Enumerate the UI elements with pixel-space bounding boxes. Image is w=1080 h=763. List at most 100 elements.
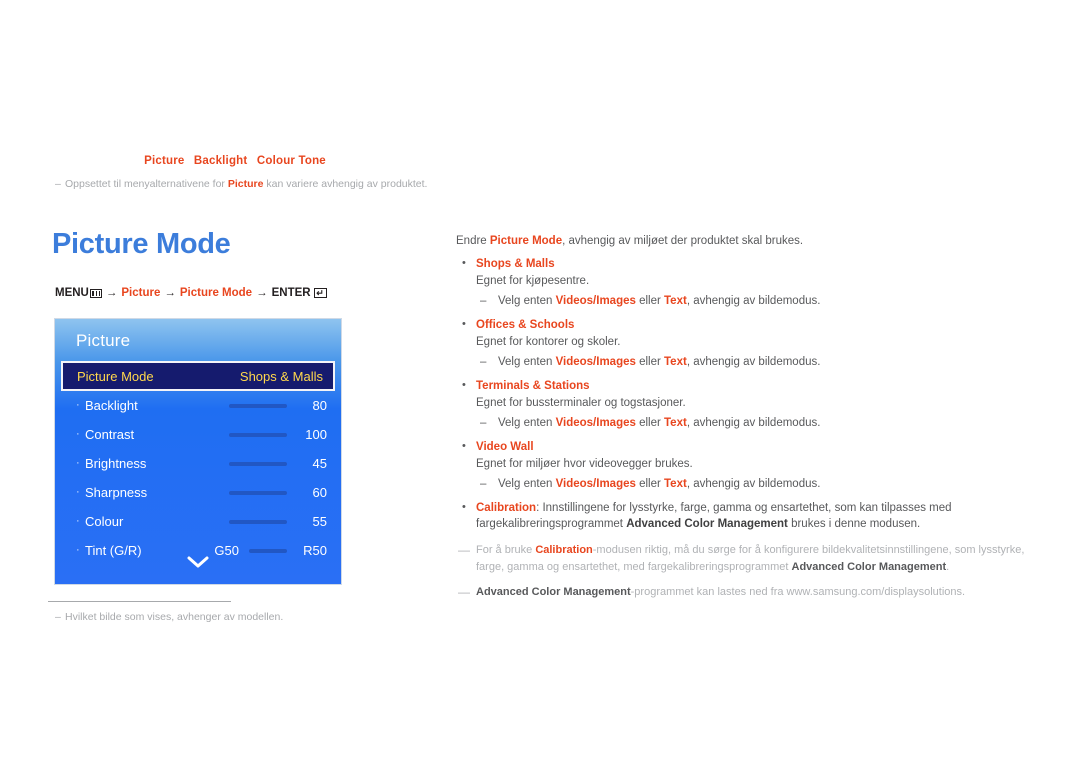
osd-row-label: Contrast [85,427,135,442]
footnote-divider [48,601,231,602]
intro-paragraph: Endre Picture Mode, avhengig av miljøet … [456,233,1036,250]
list-item-title: Shops & Malls [476,257,555,270]
bullet-dot-icon: • [462,500,466,513]
footnote-text: Hvilket bilde som vises, avhenger av mod… [65,611,284,623]
osd-row-value: Shops & Malls [239,368,323,384]
top-note-dash: – [55,178,61,190]
osd-row-brightness[interactable]: · Brightness 45 [55,449,341,478]
subnote-middle: eller [635,478,665,491]
osd-row-sharpness[interactable]: · Sharpness 60 [55,478,341,507]
subnote-after: , avhengig av bildemodus. [686,417,821,430]
osd-tint-left-label: G50 [214,543,239,558]
subnote-dash: – [480,478,487,491]
subnote-bold-1: Videos/Images [555,417,636,430]
note-dark-term: Advanced Color Management [791,560,947,573]
subnote-bold-2: Text [664,295,687,308]
calibration-paragraph: Calibration: Innstillingene for lysstyrk… [476,500,1036,533]
list-item-description: Egnet for kjøpesentre. [476,275,590,288]
subnote-before: Velg enten [498,478,556,491]
subnote-bold-2: Text [664,417,687,430]
list-item-subnote: – Velg enten Videos/Images eller Text, av… [476,354,1036,371]
osd-row-backlight[interactable]: · Backlight 80 [55,391,341,420]
top-note-bold: Picture [227,178,264,190]
list-item-terminals-stations: • Terminals & Stations Egnet for busster… [456,378,1036,432]
subnote-bold-1: Videos/Images [555,356,636,369]
osd-row-label: Backlight [85,398,138,413]
osd-row-value: 60 [312,485,327,500]
intro-bold: Picture Mode [489,235,563,247]
subnote-before: Velg enten [498,417,556,430]
note-red-term: Calibration [535,544,593,557]
subnote-bold-2: Text [664,356,687,369]
note-dark-lead: Advanced Color Management [476,586,631,599]
top-note: – Oppsettet til menyalternativene for Pic… [55,177,485,191]
subnote-dash: – [480,295,487,308]
osd-row-contrast[interactable]: · Contrast 100 [55,420,341,449]
osd-row-tint[interactable]: · Tint (G/R) G50 R50 [55,536,341,565]
osd-row-value: 100 [305,427,327,442]
breadcrumb: Picture Backlight Colour Tone [0,155,470,167]
list-item-shops-malls: • Shops & Malls Egnet for kjøpesentre. –… [456,256,1036,310]
list-item-title: Offices & Schools [476,318,575,331]
breadcrumb-item-2: Backlight [193,155,248,167]
note-calibration-usage: — For å bruke Calibration-modusen riktig,… [456,542,1036,575]
osd-row-label: Colour [85,514,124,529]
osd-slider-bar[interactable] [229,519,287,524]
list-item-calibration: • Calibration: Innstillingene for lyssty… [456,500,1036,533]
osd-row-label: Picture Mode [77,368,154,384]
osd-slider-bar[interactable] [249,548,287,553]
menu-bars-icon [89,288,102,298]
subnote-dash: – [480,417,487,430]
subnote-middle: eller [635,417,665,430]
osd-slider-bar[interactable] [229,461,287,466]
osd-row-list: Picture Mode Shops & Malls · Backlight 8… [55,361,341,565]
bullet-dot-icon: • [462,317,466,330]
subnote-after: , avhengig av bildemodus. [686,478,821,491]
list-item-description: Egnet for miljøer hvor videovegger bruke… [476,458,693,471]
subnote-before: Velg enten [498,295,556,308]
note-dash: — [458,543,470,558]
list-item-title: Terminals & Stations [476,379,590,392]
list-item-offices-schools: • Offices & Schools Egnet for kontorer o… [456,317,1036,371]
note-dash: — [458,585,470,600]
list-item-video-wall: • Video Wall Egnet for miljøer hvor vide… [456,439,1036,493]
list-item-subnote: – Velg enten Videos/Images eller Text, av… [476,293,1036,310]
osd-slider-bar[interactable] [229,432,287,437]
osd-panel: Picture Picture Mode Shops & Malls · Bac… [54,318,342,585]
osd-row-bullet: · [76,544,80,556]
osd-row-colour[interactable]: · Colour 55 [55,507,341,536]
list-item-description: Egnet for bussterminaler og togstasjoner… [476,397,686,410]
calibration-text-2: brukes i denne modusen. [787,518,921,531]
page-title: Picture Mode [52,228,231,260]
osd-row-bullet: · [76,428,80,440]
osd-row-label: Brightness [85,456,147,471]
top-note-before: Oppsettet til menyalternativene for [65,178,228,190]
osd-tint-right-label: R50 [303,543,327,558]
list-item-title: Video Wall [476,440,534,453]
menu-path: MENU → Picture → Picture Mode → ENTER ↵ [55,287,327,299]
subnote-before: Velg enten [498,356,556,369]
osd-title: Picture [76,331,131,350]
bullet-dot-icon: • [462,256,466,269]
osd-row-bullet: · [76,399,80,411]
osd-slider-bar[interactable] [229,403,287,408]
subnote-middle: eller [635,295,665,308]
content-column: Endre Picture Mode, avhengig av miljøet … [456,233,1036,601]
enter-label: ENTER [271,287,311,299]
osd-row-label: Tint (G/R) [85,543,142,558]
osd-row-picture-mode[interactable]: Picture Mode Shops & Malls [61,361,335,391]
osd-row-value: 45 [312,456,327,471]
subnote-after: , avhengig av bildemodus. [686,356,821,369]
bullet-dot-icon: • [462,439,466,452]
subnote-bold-2: Text [664,478,687,491]
osd-slider-bar[interactable] [229,490,287,495]
osd-row-bullet: · [76,486,80,498]
osd-row-bullet: · [76,457,80,469]
subnote-middle: eller [635,356,665,369]
menu-label: MENU [55,287,89,299]
osd-row-value: 80 [312,398,327,413]
menu-path-step-picture: Picture [121,287,161,299]
subnote-dash: – [480,356,487,369]
breadcrumb-item-1: Picture [144,155,185,167]
list-item-subnote: – Velg enten Videos/Images eller Text, av… [476,476,1036,493]
